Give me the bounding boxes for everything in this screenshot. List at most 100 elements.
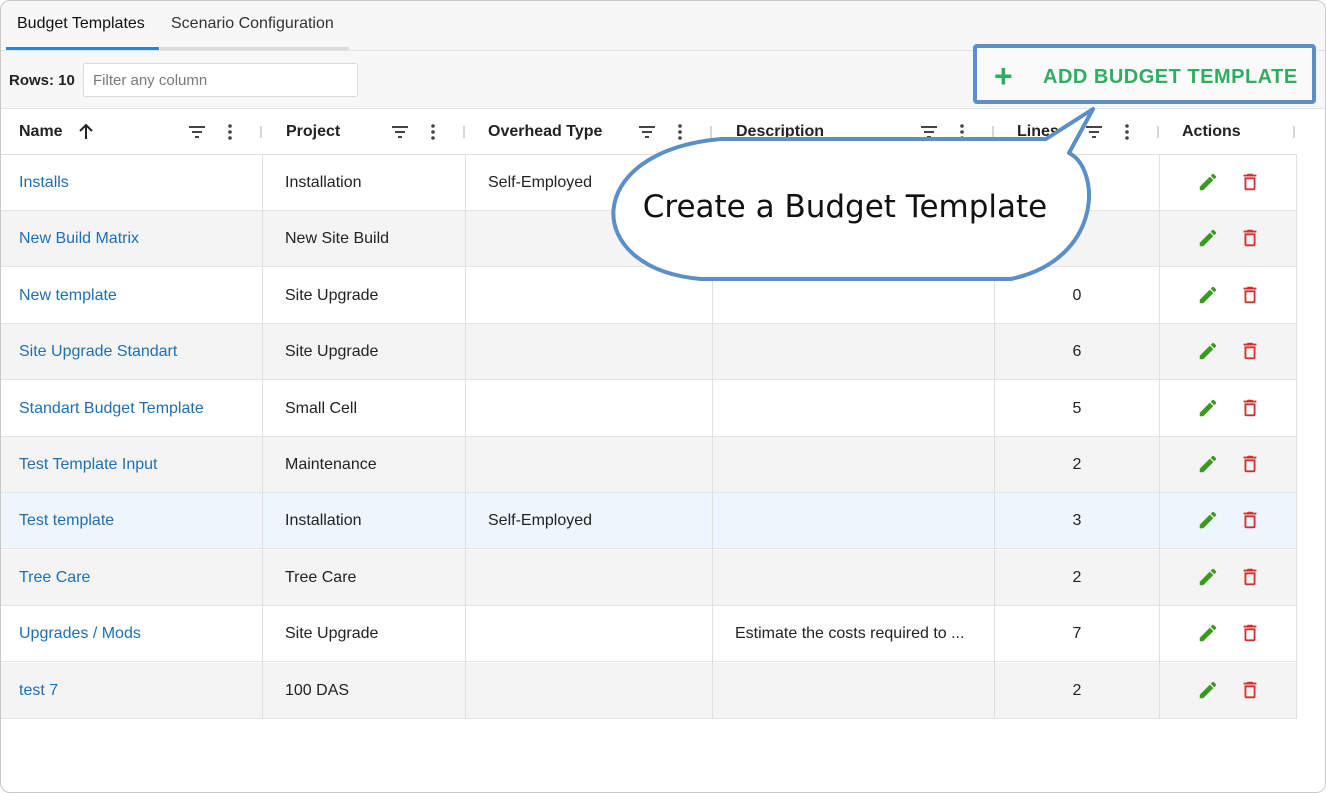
- template-name-link[interactable]: Test Template Input: [19, 437, 254, 493]
- filter-icon[interactable]: [187, 122, 207, 142]
- plus-icon: +: [994, 58, 1013, 94]
- rows-count-value: 10: [58, 72, 75, 89]
- table-row[interactable]: Upgrades / Mods Site Upgrade Estimate the …: [1, 606, 1297, 663]
- column-divider: [1159, 155, 1160, 719]
- more-vertical-icon[interactable]: [952, 122, 972, 142]
- sort-ascending-icon[interactable]: [76, 122, 96, 142]
- column-divider: [994, 155, 995, 719]
- app-window: Budget Templates Scenario Configuration …: [0, 0, 1326, 793]
- edit-pencil-icon[interactable]: [1197, 679, 1219, 701]
- table-row[interactable]: Test template Installation Self-Employed 3: [1, 493, 1297, 550]
- lines-cell: 3: [1072, 512, 1082, 530]
- edit-pencil-icon[interactable]: [1197, 453, 1219, 475]
- template-name-link[interactable]: New template: [19, 268, 254, 324]
- template-name-link[interactable]: Tree Care: [19, 550, 254, 606]
- project-cell: Small Cell: [285, 399, 358, 417]
- description-cell: [735, 437, 980, 493]
- column-resize-handle[interactable]: [1293, 126, 1295, 138]
- description-cell: [735, 381, 980, 437]
- overhead-type-cell: [488, 606, 698, 662]
- table-row[interactable]: Tree Care Tree Care 2: [1, 549, 1297, 606]
- filter-icon[interactable]: [637, 122, 657, 142]
- column-header-description[interactable]: Description: [736, 109, 824, 155]
- project-cell: Site Upgrade: [285, 625, 379, 643]
- edit-pencil-icon[interactable]: [1197, 227, 1219, 249]
- project-cell: Maintenance: [285, 456, 377, 473]
- column-resize-handle[interactable]: [1157, 126, 1159, 138]
- table-row[interactable]: Standart Budget Template Small Cell 5: [1, 380, 1297, 437]
- filter-icon[interactable]: [919, 122, 939, 142]
- filter-icon[interactable]: [1084, 122, 1104, 142]
- template-name-link[interactable]: Standart Budget Template: [19, 381, 254, 437]
- template-name-link[interactable]: test 7: [19, 663, 254, 719]
- project-cell: Installation: [285, 174, 362, 191]
- description-cell: [735, 663, 980, 719]
- lines-cell: 2: [1072, 456, 1082, 473]
- description-cell: [735, 324, 980, 380]
- table-row[interactable]: test 7 100 DAS 2: [1, 662, 1297, 719]
- tab-scenario-configuration[interactable]: Scenario Configuration: [160, 1, 349, 50]
- table-row[interactable]: Test Template Input Maintenance 2: [1, 437, 1297, 493]
- description-cell: [735, 493, 980, 549]
- overhead-type-cell: [488, 550, 698, 606]
- lines-cell: 5: [1072, 399, 1082, 417]
- description-cell: [735, 550, 980, 606]
- project-cell: Installation: [285, 512, 362, 530]
- project-cell: Site Upgrade: [285, 286, 379, 304]
- column-divider: [1296, 155, 1297, 719]
- column-resize-handle[interactable]: [992, 126, 994, 138]
- delete-trash-icon[interactable]: [1239, 509, 1261, 531]
- add-budget-template-label: ADD BUDGET TEMPLATE: [1043, 66, 1298, 88]
- description-cell: [735, 268, 980, 324]
- column-resize-handle[interactable]: [463, 126, 465, 138]
- delete-trash-icon[interactable]: [1239, 227, 1261, 249]
- edit-pencil-icon[interactable]: [1197, 340, 1219, 362]
- project-cell: New Site Build: [285, 230, 390, 248]
- column-header-name[interactable]: Name: [19, 109, 63, 155]
- column-header-project[interactable]: Project: [286, 109, 340, 155]
- edit-pencil-icon[interactable]: [1197, 566, 1219, 588]
- column-header-lines[interactable]: Lines: [1017, 109, 1059, 155]
- add-budget-template-button[interactable]: + ADD BUDGET TEMPLATE: [973, 44, 1316, 104]
- column-header-overhead-type[interactable]: Overhead Type: [488, 109, 602, 155]
- column-divider: [712, 155, 713, 719]
- column-resize-handle[interactable]: [260, 126, 262, 138]
- delete-trash-icon[interactable]: [1239, 340, 1261, 362]
- delete-trash-icon[interactable]: [1239, 171, 1261, 193]
- edit-pencil-icon[interactable]: [1197, 397, 1219, 419]
- table-row[interactable]: New template Site Upgrade 0: [1, 267, 1297, 324]
- table-row[interactable]: Site Upgrade Standart Site Upgrade 6: [1, 324, 1297, 381]
- template-name-link[interactable]: Site Upgrade Standart: [19, 324, 254, 380]
- delete-trash-icon[interactable]: [1239, 397, 1261, 419]
- project-cell: 100 DAS: [285, 681, 350, 699]
- callout-text: Create a Budget Template: [642, 189, 1048, 225]
- edit-pencil-icon[interactable]: [1197, 171, 1219, 193]
- delete-trash-icon[interactable]: [1239, 453, 1261, 475]
- column-resize-handle[interactable]: [710, 126, 712, 138]
- template-name-link[interactable]: Installs: [19, 155, 254, 211]
- delete-trash-icon[interactable]: [1239, 284, 1261, 306]
- delete-trash-icon[interactable]: [1239, 679, 1261, 701]
- more-vertical-icon[interactable]: [670, 122, 690, 142]
- delete-trash-icon[interactable]: [1239, 622, 1261, 644]
- template-name-link[interactable]: Upgrades / Mods: [19, 606, 254, 662]
- project-cell: Tree Care: [285, 568, 357, 586]
- template-name-link[interactable]: New Build Matrix: [19, 211, 254, 267]
- description-cell: Estimate the costs required to ...: [735, 625, 965, 643]
- filter-icon[interactable]: [390, 122, 410, 142]
- edit-pencil-icon[interactable]: [1197, 509, 1219, 531]
- template-name-link[interactable]: Test template: [19, 493, 254, 549]
- more-vertical-icon[interactable]: [220, 122, 240, 142]
- more-vertical-icon[interactable]: [423, 122, 443, 142]
- edit-pencil-icon[interactable]: [1197, 622, 1219, 644]
- project-cell: Site Upgrade: [285, 343, 379, 361]
- column-divider: [465, 155, 466, 719]
- edit-pencil-icon[interactable]: [1197, 284, 1219, 306]
- column-header-actions: Actions: [1182, 123, 1241, 140]
- lines-cell: 2: [1072, 681, 1082, 699]
- tab-budget-templates[interactable]: Budget Templates: [6, 1, 159, 50]
- more-vertical-icon[interactable]: [1117, 122, 1137, 142]
- delete-trash-icon[interactable]: [1239, 566, 1261, 588]
- filter-input[interactable]: [83, 63, 358, 97]
- lines-cell: 2: [1072, 568, 1082, 586]
